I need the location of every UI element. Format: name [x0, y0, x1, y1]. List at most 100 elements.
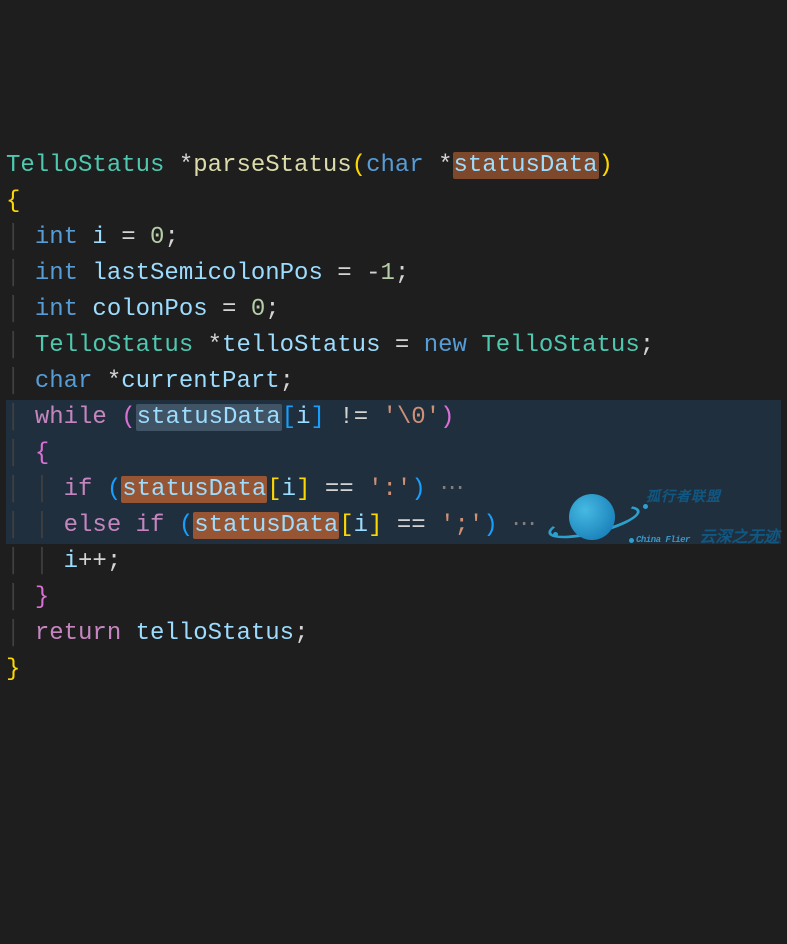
code-line[interactable]: │ │ if (statusData[i] == ':') ⋯ [6, 472, 781, 508]
code-token: │ [6, 224, 35, 251]
code-token: │ [6, 368, 35, 395]
code-token: i [64, 548, 78, 575]
code-token: │ │ [6, 476, 64, 503]
code-token: ';' [440, 512, 483, 539]
code-token: ; [294, 620, 308, 647]
code-editor[interactable]: TelloStatus *parseStatus(char *statusDat… [0, 144, 787, 692]
code-token: = - [323, 260, 381, 287]
code-token: statusData [121, 476, 267, 503]
code-token: colonPos [92, 296, 207, 323]
code-token: else if [64, 512, 179, 539]
code-token: ( [352, 152, 366, 179]
code-line[interactable]: │ int colonPos = 0; [6, 292, 781, 328]
code-token: [ [282, 404, 296, 431]
code-token: │ [6, 440, 35, 467]
code-token: i [282, 476, 296, 503]
code-token: ':' [368, 476, 411, 503]
code-token: ++; [78, 548, 121, 575]
code-token: 1 [380, 260, 394, 287]
code-token: * [208, 332, 222, 359]
code-token: return [35, 620, 136, 647]
code-token: [ [267, 476, 281, 503]
code-token: = [208, 296, 251, 323]
code-line[interactable]: │ return telloStatus; [6, 616, 781, 652]
code-token: ( [121, 404, 135, 431]
code-token: while [35, 404, 121, 431]
code-token: ; [395, 260, 409, 287]
code-token: i [296, 404, 310, 431]
code-token: │ [6, 260, 35, 287]
code-token: if [64, 476, 107, 503]
code-token: ; [640, 332, 654, 359]
code-token: │ [6, 332, 35, 359]
code-token: ] [310, 404, 324, 431]
code-token: │ [6, 296, 35, 323]
code-line[interactable]: │ │ i++; [6, 544, 781, 580]
code-line[interactable]: { [6, 184, 781, 220]
code-token: '\0' [383, 404, 441, 431]
code-token: ) [440, 404, 454, 431]
code-token: int [35, 296, 93, 323]
code-token: } [6, 656, 20, 683]
code-token: * [107, 368, 121, 395]
code-token: char [366, 152, 438, 179]
code-line[interactable]: │ char *currentPart; [6, 364, 781, 400]
code-token: = [380, 332, 423, 359]
code-line[interactable]: │ TelloStatus *telloStatus = new TelloSt… [6, 328, 781, 364]
code-token: lastSemicolonPos [92, 260, 322, 287]
code-token: statusData [453, 152, 599, 179]
code-token: telloStatus [222, 332, 380, 359]
code-token: TelloStatus [35, 332, 208, 359]
code-token: { [35, 440, 49, 467]
code-token: int [35, 260, 93, 287]
code-line[interactable]: │ │ else if (statusData[i] == ';') ⋯ [6, 508, 781, 544]
code-token: │ │ [6, 512, 64, 539]
code-token: [ [339, 512, 353, 539]
code-token: ( [179, 512, 193, 539]
code-token: 0 [251, 296, 265, 323]
code-token: ⋯ [426, 476, 464, 503]
code-token: ] [368, 512, 382, 539]
code-token: == [310, 476, 368, 503]
code-token: ; [265, 296, 279, 323]
code-line[interactable]: │ { [6, 436, 781, 472]
code-token: │ [6, 404, 35, 431]
code-token: i [92, 224, 106, 251]
code-token: parseStatus [193, 152, 351, 179]
code-token: ; [280, 368, 294, 395]
code-token: == [382, 512, 440, 539]
code-token: ⋯ [498, 512, 536, 539]
code-token: ; [164, 224, 178, 251]
code-token: ) [599, 152, 613, 179]
code-token: * [179, 152, 193, 179]
code-token: TelloStatus [481, 332, 639, 359]
code-token: ( [107, 476, 121, 503]
code-token: int [35, 224, 93, 251]
code-line[interactable]: } [6, 652, 781, 688]
code-token: │ [6, 584, 35, 611]
code-token: statusData [136, 404, 282, 431]
code-token: i [354, 512, 368, 539]
code-token: currentPart [121, 368, 279, 395]
code-token: ) [411, 476, 425, 503]
code-token: │ [6, 620, 35, 647]
code-line[interactable]: │ int i = 0; [6, 220, 781, 256]
code-line[interactable]: │ int lastSemicolonPos = -1; [6, 256, 781, 292]
code-token: 0 [150, 224, 164, 251]
code-token: TelloStatus [6, 152, 179, 179]
code-token: * [438, 152, 452, 179]
code-token: != [325, 404, 383, 431]
code-token: { [6, 188, 20, 215]
code-line[interactable]: TelloStatus *parseStatus(char *statusDat… [6, 148, 781, 184]
code-token: = [107, 224, 150, 251]
code-token: char [35, 368, 107, 395]
code-line[interactable]: │ while (statusData[i] != '\0') [6, 400, 781, 436]
code-token: ] [296, 476, 310, 503]
code-token: statusData [193, 512, 339, 539]
code-token: ) [483, 512, 497, 539]
code-token: │ │ [6, 548, 64, 575]
code-line[interactable]: │ } [6, 580, 781, 616]
code-token: new [424, 332, 482, 359]
code-token: } [35, 584, 49, 611]
code-token: telloStatus [136, 620, 294, 647]
